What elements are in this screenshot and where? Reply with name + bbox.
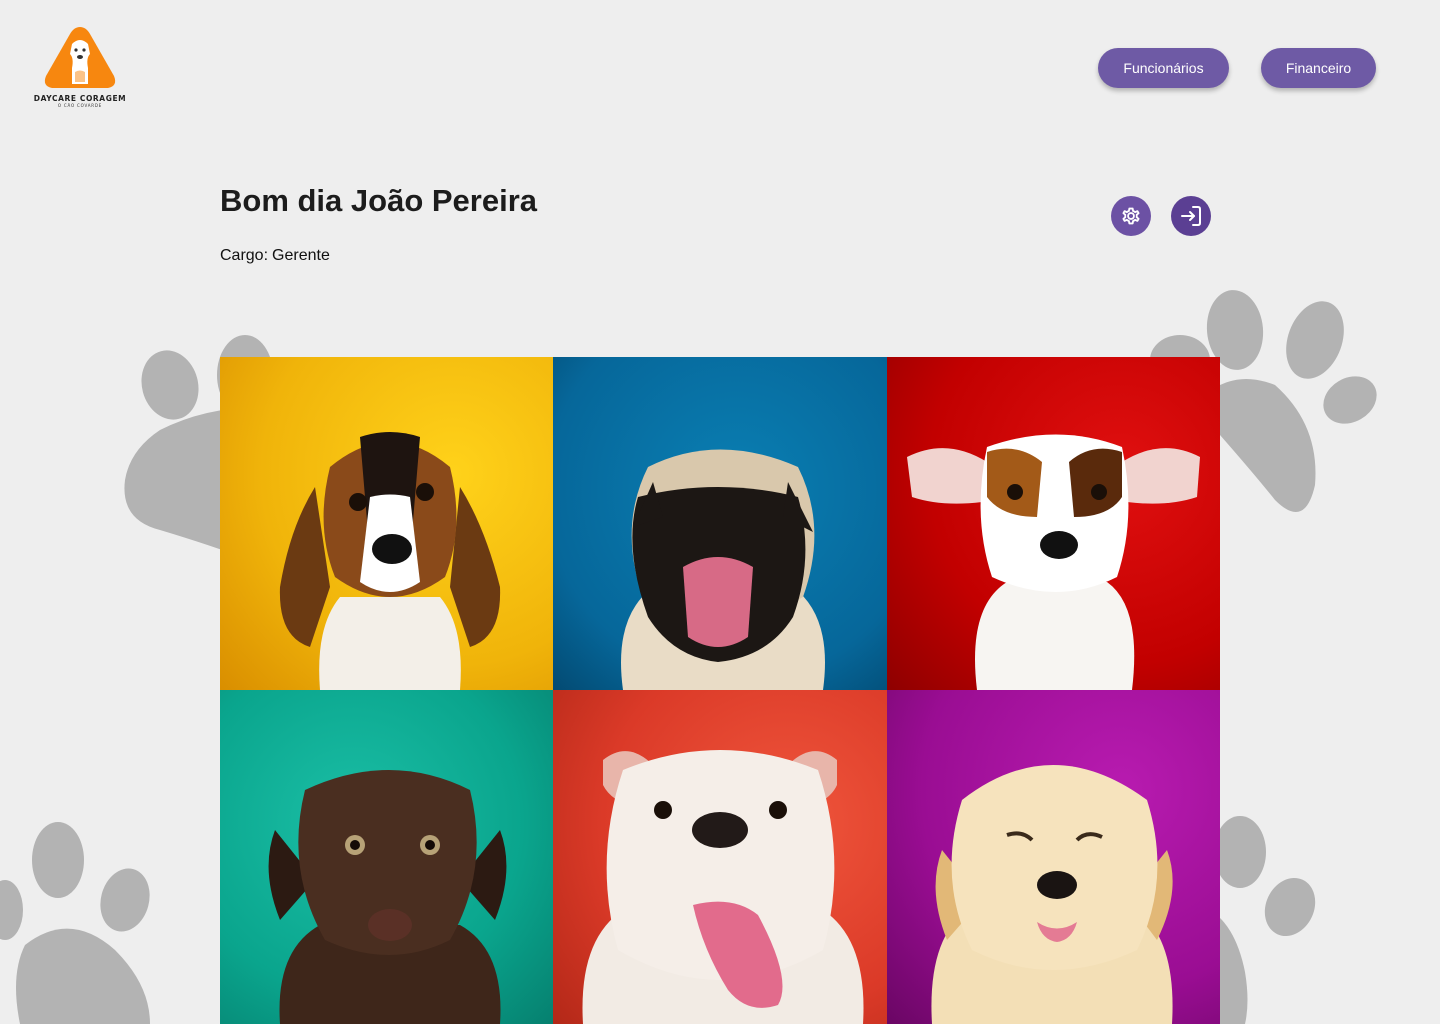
logo-dog-icon bbox=[44, 27, 116, 88]
paw-print-decoration-bottom-left bbox=[0, 815, 160, 1024]
nav-financeiro-button[interactable]: Financeiro bbox=[1261, 48, 1376, 88]
page: DAYCARE CORAGEM O CÃO COVARDE Funcionári… bbox=[0, 0, 1440, 1024]
gallery-tile-labrador bbox=[220, 690, 553, 1024]
role-value: Gerente bbox=[272, 247, 330, 264]
gear-icon bbox=[1122, 207, 1140, 225]
brand-logo[interactable]: DAYCARE CORAGEM O CÃO COVARDE bbox=[30, 24, 130, 114]
logout-icon bbox=[1181, 206, 1201, 226]
logout-button[interactable] bbox=[1171, 196, 1211, 236]
bulldog-puppy-image bbox=[582, 750, 864, 1024]
golden-retriever-puppy-image bbox=[931, 765, 1173, 1024]
brand-tagline: O CÃO COVARDE bbox=[57, 103, 103, 108]
user-role: Cargo: Gerente bbox=[220, 247, 330, 265]
gallery-tile-pug bbox=[553, 357, 887, 690]
jack-russell-puppy-image bbox=[907, 434, 1200, 690]
chocolate-labrador-puppy-image bbox=[268, 770, 507, 1024]
gallery-tile-beagle bbox=[220, 357, 553, 690]
gallery-tile-bulldog bbox=[553, 690, 887, 1024]
gallery-tile-golden-retriever bbox=[887, 690, 1220, 1024]
nav-funcionarios-button[interactable]: Funcionários bbox=[1098, 48, 1229, 88]
pug-puppy-image bbox=[621, 449, 825, 690]
dog-gallery bbox=[220, 357, 1220, 1024]
paw-print-decoration-bottom-right bbox=[1205, 812, 1325, 1024]
brand-name: DAYCARE CORAGEM bbox=[33, 94, 127, 103]
greeting-title: Bom dia João Pereira bbox=[220, 183, 538, 218]
beagle-puppy-image bbox=[279, 432, 501, 690]
settings-button[interactable] bbox=[1111, 196, 1151, 236]
gallery-tile-jack-russell bbox=[887, 357, 1220, 690]
role-label: Cargo: bbox=[220, 247, 269, 264]
